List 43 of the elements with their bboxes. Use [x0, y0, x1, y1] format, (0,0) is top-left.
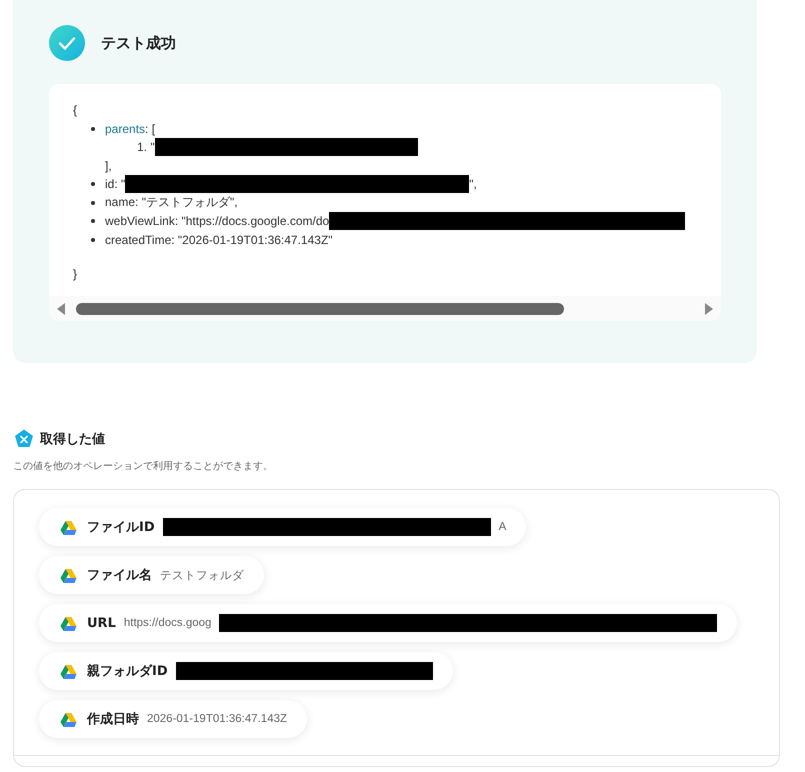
value-chip[interactable]: URL https://docs.goog [39, 604, 738, 642]
value-label: 作成日時 [87, 711, 139, 728]
code-text: id: " [105, 177, 126, 192]
value-text: テストフォルダ [160, 568, 244, 582]
bullet-icon [91, 182, 95, 186]
code-text: ", [469, 177, 477, 192]
value-text: 2026-01-19T01:36:47.143Z [147, 713, 288, 725]
value-chip[interactable]: 作成日時 2026-01-19T01:36:47.143Z [39, 700, 308, 738]
value-label: 親フォルダID [87, 662, 168, 680]
code-text: 1. " [137, 140, 155, 154]
code-text: } [73, 267, 78, 282]
variable-icon [14, 429, 34, 449]
drive-icon [60, 664, 77, 678]
value-text: A [498, 521, 506, 533]
drive-icon [60, 712, 77, 726]
bullet-icon [91, 238, 95, 242]
value-chip[interactable]: 親フォルダID [39, 652, 453, 690]
value-text: https://docs.goog [124, 617, 212, 629]
drive-icon [60, 616, 77, 630]
scrollbar-thumb[interactable] [76, 303, 564, 315]
scroll-left-icon[interactable] [55, 303, 67, 315]
code-text: parents: [ [105, 122, 156, 136]
section-description: この値を他のオペレーションで利用することができます。 [13, 460, 274, 473]
drive-icon [60, 520, 77, 534]
code-text: webViewLink: "https://docs.google.com/do [105, 214, 330, 228]
code-text: createdTime: "2026-01-19T01:36:47.143Z" [105, 232, 333, 247]
code-text: { [73, 103, 78, 118]
code-text: name: "テストフォルダ", [105, 194, 238, 212]
drive-icon [60, 568, 77, 582]
value-label: URL [87, 616, 116, 630]
bullet-icon [91, 219, 95, 224]
bullet-icon [91, 126, 95, 131]
value-label: ファイルID [87, 519, 155, 536]
bullet-icon [91, 200, 95, 205]
value-chip[interactable]: ファイルID A [39, 508, 526, 546]
scrollbar[interactable] [49, 296, 721, 321]
result-title: テスト成功 [101, 34, 176, 52]
value-chip[interactable]: ファイル名 テストフォルダ [39, 556, 264, 594]
section-title: 取得した値 [40, 431, 105, 448]
scroll-right-icon[interactable] [703, 303, 715, 315]
check-icon [49, 25, 85, 61]
value-label: ファイル名 [87, 567, 152, 584]
code-text: ], [105, 158, 112, 173]
